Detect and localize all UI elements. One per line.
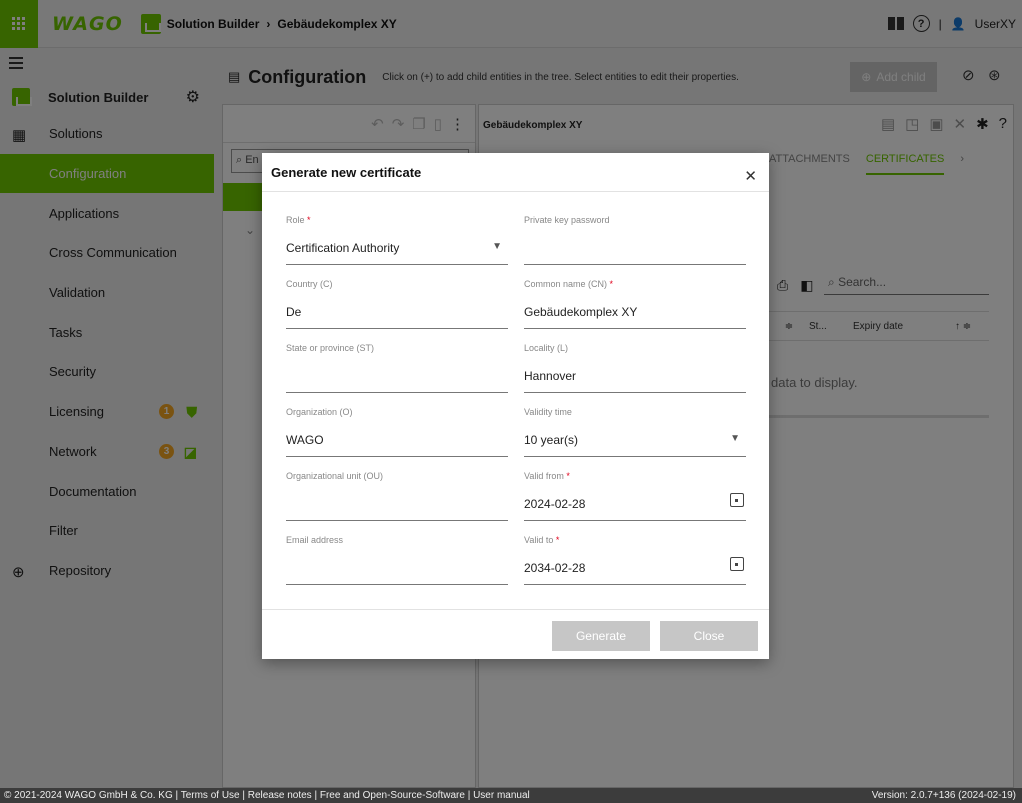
field-label: Email address xyxy=(286,535,344,545)
field-value: 2034-02-28 xyxy=(524,561,586,575)
calendar-icon[interactable] xyxy=(730,493,744,507)
caret-down-icon: ▼ xyxy=(492,241,502,252)
valid-from-field[interactable]: Valid from * 2024-02-28 xyxy=(524,471,746,521)
field-label: Organization (O) xyxy=(286,407,353,417)
field-label: State or province (ST) xyxy=(286,343,375,353)
field-label: Validity time xyxy=(524,407,572,417)
state-field[interactable]: State or province (ST) xyxy=(286,343,508,393)
dialog-title: Generate new certificate xyxy=(271,165,422,180)
organization-field[interactable]: Organization (O) WAGO xyxy=(286,407,508,457)
divider xyxy=(262,191,769,192)
field-value: Certification Authority xyxy=(286,241,400,255)
footer-links[interactable]: © 2021-2024 WAGO GmbH & Co. KG | Terms o… xyxy=(4,790,530,801)
field-value: Hannover xyxy=(524,369,577,383)
version-text: Version: 2.0.7+136 (2024-02-19) xyxy=(871,790,1016,801)
field-label: Valid to * xyxy=(524,535,560,545)
field-value: 10 year(s) xyxy=(524,433,579,447)
generate-certificate-dialog: Generate new certificate ✕ Role * Certif… xyxy=(262,153,769,659)
field-label: Valid from * xyxy=(524,471,570,481)
field-value: De xyxy=(286,305,302,319)
close-button[interactable]: Close xyxy=(660,621,758,651)
field-label: Organizational unit (OU) xyxy=(286,471,384,481)
field-label: Country (C) xyxy=(286,279,333,289)
org-unit-field[interactable]: Organizational unit (OU) xyxy=(286,471,508,521)
close-icon[interactable]: ✕ xyxy=(744,167,757,185)
field-label: Role * xyxy=(286,215,311,225)
divider xyxy=(262,609,769,610)
role-select[interactable]: Role * Certification Authority ▼ xyxy=(286,215,508,265)
email-field[interactable]: Email address xyxy=(286,535,508,585)
field-label: Common name (CN) * xyxy=(524,279,614,289)
valid-to-field[interactable]: Valid to * 2034-02-28 xyxy=(524,535,746,585)
locality-field[interactable]: Locality (L) Hannover xyxy=(524,343,746,393)
field-label: Private key password xyxy=(524,215,610,225)
field-label: Locality (L) xyxy=(524,343,569,353)
field-value: 2024-02-28 xyxy=(524,497,586,511)
country-field[interactable]: Country (C) De xyxy=(286,279,508,329)
private-key-password-field[interactable]: Private key password xyxy=(524,215,746,265)
validity-time-select[interactable]: Validity time 10 year(s) ▼ xyxy=(524,407,746,457)
common-name-field[interactable]: Common name (CN) * Gebäudekomplex XY xyxy=(524,279,746,329)
calendar-icon[interactable] xyxy=(730,557,744,571)
generate-button[interactable]: Generate xyxy=(552,621,650,651)
caret-down-icon: ▼ xyxy=(730,433,740,444)
field-value: Gebäudekomplex XY xyxy=(524,305,638,319)
field-value: WAGO xyxy=(286,433,324,447)
footer: © 2021-2024 WAGO GmbH & Co. KG | Terms o… xyxy=(0,788,1022,803)
